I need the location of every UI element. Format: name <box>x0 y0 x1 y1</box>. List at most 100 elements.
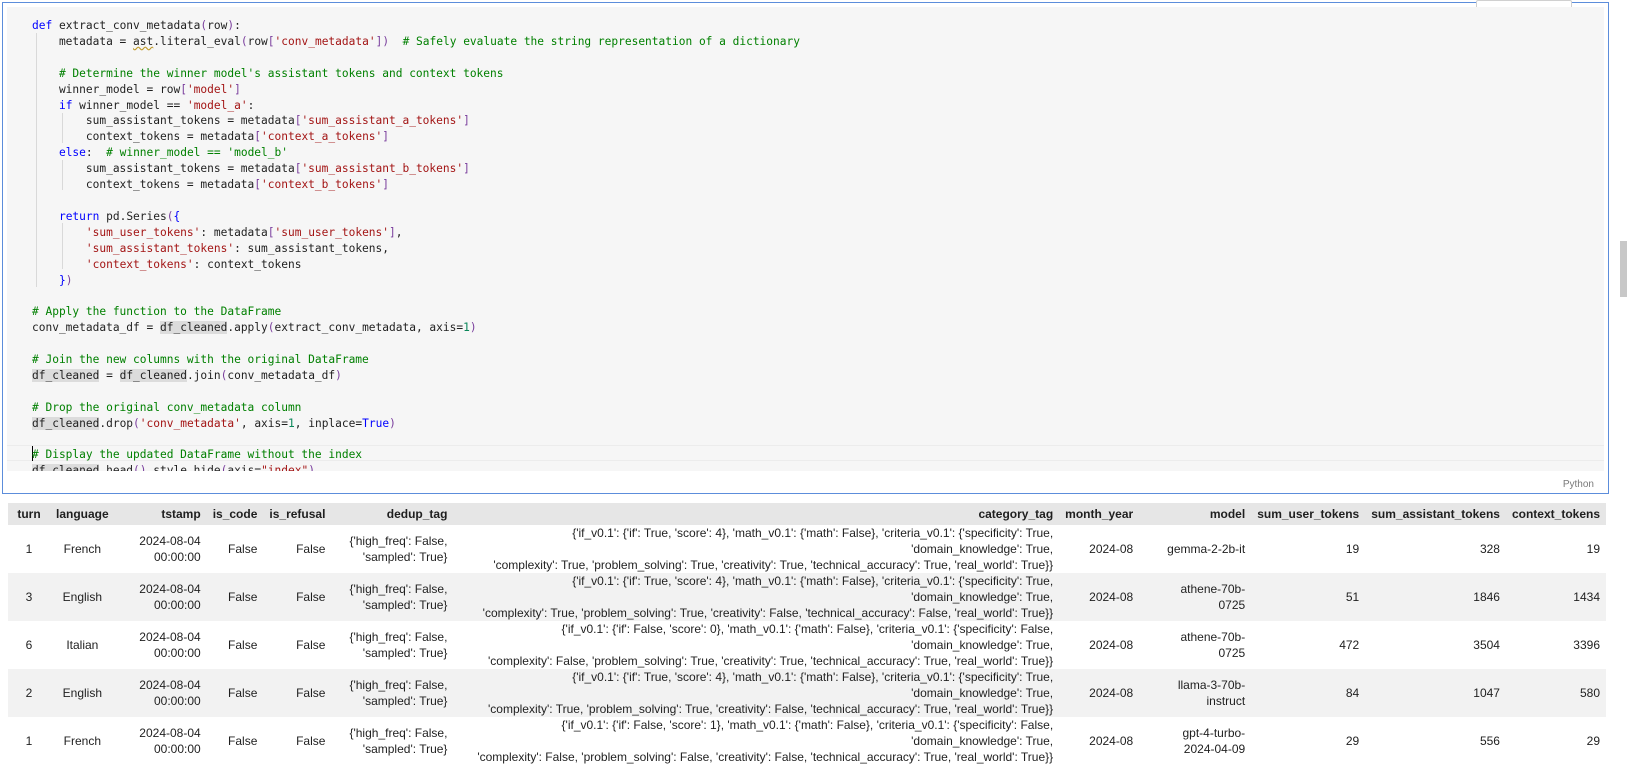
code-editor[interactable]: def extract_conv_metadata(row): metadata… <box>7 7 1604 471</box>
cell-sum-user-tokens: 472 <box>1339 638 1360 652</box>
cell-line: {'if_v0.1': {'if': False, 'score': 1}, '… <box>561 718 1054 748</box>
column-header-model: model <box>1139 503 1252 525</box>
cell-is-code: False <box>206 573 264 621</box>
cell-model: llama-3-70b-instruct <box>1139 669 1252 717</box>
table-row: 1 French 2024-08-04 00:00:00 False False {'hig… <box>8 525 1606 573</box>
code-cell[interactable]: def extract_conv_metadata(row): metadata… <box>2 0 1609 494</box>
cell-line: 'complexity': True, 'problem_solving': T… <box>488 702 1054 716</box>
cell-tstamp: 2024-08-04 00:00:00 <box>115 717 207 765</box>
cell-sum-user-tokens: 19 <box>1345 542 1360 556</box>
cell-line: {'if_v0.1': {'if': True, 'score': 4}, 'm… <box>572 526 1054 556</box>
cell-month-year: 2024-08 <box>1089 638 1134 652</box>
cell-is-refusal: False <box>263 573 332 621</box>
cell-line: 0725 <box>1218 598 1246 612</box>
cell-line: {'high_freq': False, <box>349 678 448 692</box>
table-header-row: turn language tstamp is_code is_refusal dedup… <box>8 503 1606 525</box>
cell-line: athene-70b- <box>1180 630 1246 644</box>
cell-line: 'sampled': True} <box>362 646 448 660</box>
cell-tstamp: 2024-08-04 00:00:00 <box>115 621 207 669</box>
cell-language: Italian <box>66 638 99 652</box>
cell-category-tag: {'if_v0.1': {'if': False, 'score': 1}, '… <box>453 717 1059 765</box>
table-body: 1 French 2024-08-04 00:00:00 False False {'hig… <box>8 525 1606 765</box>
code-text[interactable]: def extract_conv_metadata(row): metadata… <box>32 18 800 471</box>
column-header-tstamp: tstamp <box>114 503 207 525</box>
cell-line: 2024-08-04 <box>139 726 201 740</box>
cell-tstamp: 2024-08-04 00:00:00 <box>114 669 207 717</box>
cell-context-tokens: 29 <box>1586 734 1600 748</box>
cell-context-tokens: 19 <box>1586 542 1600 556</box>
cell-sum-assistant-tokens: 328 <box>1479 542 1500 556</box>
cell-line: {'if_v0.1': {'if': True, 'score': 4}, 'm… <box>572 574 1054 604</box>
cell-is-code: False <box>206 669 264 717</box>
cell-dedup-tag: {'high_freq': False,'sampled': True} <box>331 525 453 573</box>
cell-month-year: 2024-08 <box>1089 734 1134 748</box>
cell-language: French <box>63 542 102 556</box>
cell-line: 'complexity': True, 'problem_solving': T… <box>493 558 1054 572</box>
cell-sum-assistant-tokens: 1846 <box>1365 573 1506 621</box>
cell-line: 2024-08-04 <box>139 630 201 644</box>
cell-turn: 1 <box>25 734 33 748</box>
cell-line: llama-3-70b- <box>1177 678 1246 692</box>
cell-model: gpt-4-turbo- 2024-04-09 <box>1139 717 1251 765</box>
column-header-context-tokens: context_tokens <box>1505 503 1606 525</box>
cell-turn: 1 <box>25 542 33 556</box>
cell-line: {'high_freq': False, <box>349 630 448 644</box>
cell-is-code: False <box>228 638 258 652</box>
cell-dedup-tag: {'high_freq': False, 'sampled': True} <box>331 573 454 621</box>
cell-line: 'complexity': False, 'problem_solving': … <box>488 654 1054 668</box>
cell-line: 00:00:00 <box>153 646 201 660</box>
cell-dedup-tag: {'high_freq': False,'sampled': True} <box>331 669 454 717</box>
cell-is-refusal: False <box>296 542 326 556</box>
cell-is-code: False <box>228 734 258 748</box>
column-header-is-refusal: is_refusal <box>263 503 332 525</box>
cell-context-tokens: 3396 <box>1573 638 1600 652</box>
cell-line: 00:00:00 <box>153 598 201 612</box>
cell-dedup-tag: {'high_freq': False, 'sampled': True} <box>331 621 453 669</box>
cell-model: athene-70b- 0725 <box>1139 621 1251 669</box>
cell-turn: 6 <box>25 638 33 652</box>
cell-sum-assistant-tokens: 1047 <box>1365 669 1506 717</box>
cell-sum-user-tokens: 29 <box>1345 734 1360 748</box>
column-header-dedup-tag: dedup_tag <box>331 503 454 525</box>
cell-month-year: 2024-08 <box>1059 573 1140 621</box>
cell-line: 00:00:00 <box>153 694 201 708</box>
table-row: 2 English 2024-08-04 00:00:00 False False {'hi… <box>8 669 1606 717</box>
cell-is-refusal: False <box>296 734 326 748</box>
cell-line: {'high_freq': False, <box>349 582 448 596</box>
cell-dedup-tag: {'high_freq': False,'sampled': True} <box>331 717 453 765</box>
cell-language: English <box>50 573 115 621</box>
column-header-language: language <box>50 503 115 525</box>
dataframe-output: turn language tstamp is_code is_refusal dedup… <box>8 503 1606 765</box>
cell-sum-assistant-tokens: 3504 <box>1473 638 1500 652</box>
cell-language: French <box>63 734 102 748</box>
cell-month-year: 2024-08 <box>1059 669 1140 717</box>
cell-category-tag: {'if_v0.1': {'if': True, 'score': 4}, 'm… <box>453 573 1060 621</box>
table-row: 1 French 2024-08-04 00:00:00 False False {'hig… <box>8 717 1606 765</box>
cell-line: 'sampled': True} <box>362 550 448 564</box>
cell-line: 'sampled': True} <box>362 598 448 612</box>
cell-line: {'high_freq': False, <box>349 726 448 740</box>
cell-line: 0725 <box>1218 646 1246 660</box>
cell-language-label[interactable]: Python <box>1563 479 1594 490</box>
cell-category-tag: {'if_v0.1': {'if': True, 'score': 4}, 'm… <box>453 525 1059 573</box>
column-header-is-code: is_code <box>206 503 264 525</box>
scrollbar-thumb[interactable] <box>1620 241 1627 297</box>
cell-model: gemma-2-2b-it <box>1139 525 1251 573</box>
table-row: 6 Italian 2024-08-04 00:00:00 False False {'hi… <box>8 621 1606 669</box>
column-header-month-year: month_year <box>1059 503 1140 525</box>
cell-model: athene-70b- 0725 <box>1139 573 1252 621</box>
cell-category-tag: {'if_v0.1': {'if': False, 'score': 0}, '… <box>453 621 1059 669</box>
cell-line: 2024-08-04 <box>139 534 201 548</box>
cell-context-tokens: 580 <box>1505 669 1606 717</box>
column-header-category-tag: category_tag <box>453 503 1060 525</box>
cell-sum-assistant-tokens: 556 <box>1479 734 1500 748</box>
cell-line: {'if_v0.1': {'if': True, 'score': 4}, 'm… <box>572 670 1054 700</box>
cell-line: gemma-2-2b-it <box>1167 542 1246 556</box>
cell-language: English <box>50 669 115 717</box>
cell-is-code: False <box>228 542 258 556</box>
cell-turn: 3 <box>8 573 50 621</box>
cell-tstamp: 2024-08-04 00:00:00 <box>115 525 207 573</box>
cell-line: instruct <box>1206 694 1246 708</box>
cell-line: 2024-08-04 <box>139 582 201 596</box>
cell-tstamp: 2024-08-04 00:00:00 <box>114 573 207 621</box>
